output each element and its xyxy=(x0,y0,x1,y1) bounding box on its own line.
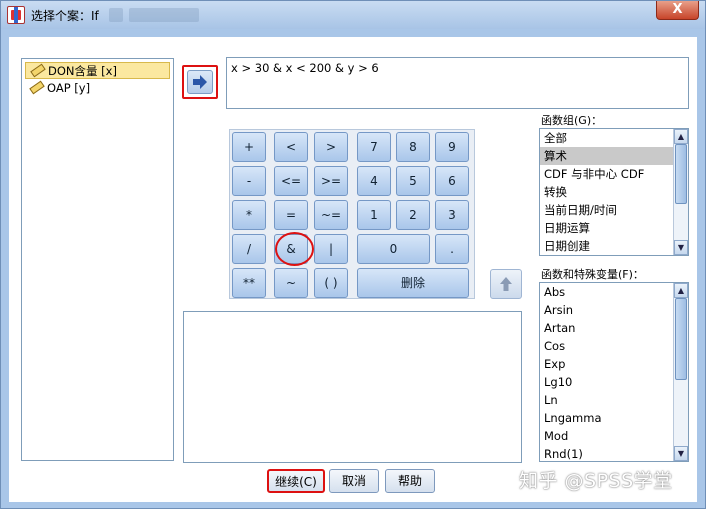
key-6[interactable]: 6 xyxy=(435,166,469,196)
arrow-up-icon xyxy=(500,277,512,291)
key-7[interactable]: 7 xyxy=(357,132,391,162)
scroll-up-icon[interactable]: ▲ xyxy=(674,283,688,298)
move-button-face[interactable] xyxy=(187,70,213,94)
key-0[interactable]: 0 xyxy=(357,234,430,264)
close-button[interactable]: X xyxy=(656,1,699,20)
variable-item-oap[interactable]: OAP [y] xyxy=(25,80,170,97)
key-plus[interactable]: + xyxy=(232,132,266,162)
key-decimal[interactable]: . xyxy=(435,234,469,264)
list-item[interactable]: Cos xyxy=(540,337,688,355)
key-greater-than[interactable]: > xyxy=(314,132,348,162)
key-greater-equal[interactable]: >= xyxy=(314,166,348,196)
help-button[interactable]: 帮助 xyxy=(385,469,435,493)
key-not-equal[interactable]: ~= xyxy=(314,200,348,230)
key-4[interactable]: 4 xyxy=(357,166,391,196)
key-equals[interactable]: = xyxy=(274,200,308,230)
list-item[interactable]: Abs xyxy=(540,283,688,301)
ruler-icon xyxy=(29,80,45,95)
scroll-down-icon[interactable]: ▼ xyxy=(674,240,688,255)
scrollbar[interactable]: ▲ ▼ xyxy=(673,283,688,461)
list-item[interactable]: Mod xyxy=(540,427,688,445)
key-multiply[interactable]: * xyxy=(232,200,266,230)
dialog-body: DON含量 [x] OAP [y] x > 30 & x < 200 & y >… xyxy=(9,37,697,502)
function-group-label: 函数组(G)： xyxy=(541,114,603,127)
list-item[interactable]: 全部 xyxy=(540,129,688,147)
key-or[interactable]: | xyxy=(314,234,348,264)
key-not[interactable]: ~ xyxy=(274,268,308,298)
calculator-keypad: + < > 7 8 9 - <= >= 4 5 6 * = ~= 1 2 3 /… xyxy=(229,129,475,299)
variable-list[interactable]: DON含量 [x] OAP [y] xyxy=(21,58,174,461)
list-item[interactable]: Rnd(1) xyxy=(540,445,688,461)
list-item[interactable]: 日期创建 xyxy=(540,237,688,255)
key-less-than[interactable]: < xyxy=(274,132,308,162)
list-item[interactable]: Lngamma xyxy=(540,409,688,427)
key-9[interactable]: 9 xyxy=(435,132,469,162)
background-taskbar xyxy=(109,8,309,24)
key-power[interactable]: ** xyxy=(232,268,266,298)
ruler-icon xyxy=(30,63,46,78)
functions-label: 函数和特殊变量(F)： xyxy=(541,268,644,281)
key-parentheses[interactable]: ( ) xyxy=(314,268,348,298)
window-title: 选择个案：If xyxy=(31,9,99,23)
title-bar: 选择个案：If X xyxy=(1,1,705,29)
scroll-thumb[interactable] xyxy=(675,144,687,204)
continue-button[interactable]: 继续(C) xyxy=(267,469,325,493)
key-delete[interactable]: 删除 xyxy=(357,268,469,298)
highlight-ring xyxy=(275,232,314,266)
list-item[interactable]: 日期运算 xyxy=(540,219,688,237)
list-item[interactable]: 转换 xyxy=(540,183,688,201)
function-description-box xyxy=(183,311,522,463)
list-item[interactable]: Lg10 xyxy=(540,373,688,391)
list-item-selected[interactable]: 算术 xyxy=(540,147,688,165)
scroll-up-icon[interactable]: ▲ xyxy=(674,129,688,144)
list-item[interactable]: Ln xyxy=(540,391,688,409)
key-8[interactable]: 8 xyxy=(396,132,430,162)
list-item[interactable]: Exp xyxy=(540,355,688,373)
functions-list[interactable]: Abs Arsin Artan Cos Exp Lg10 Ln Lngamma … xyxy=(539,282,689,462)
list-item[interactable]: Arsin xyxy=(540,301,688,319)
scrollbar[interactable]: ▲ ▼ xyxy=(673,129,688,255)
key-5[interactable]: 5 xyxy=(396,166,430,196)
move-variable-button[interactable] xyxy=(182,65,218,99)
list-item[interactable]: Artan xyxy=(540,319,688,337)
key-minus[interactable]: - xyxy=(232,166,266,196)
key-1[interactable]: 1 xyxy=(357,200,391,230)
arrow-right-icon xyxy=(193,75,207,89)
variable-label: DON含量 [x] xyxy=(48,64,117,78)
key-divide[interactable]: / xyxy=(232,234,266,264)
variable-item-don[interactable]: DON含量 [x] xyxy=(25,62,170,79)
app-icon xyxy=(7,6,25,24)
watermark: 知乎 @SPSS学堂 xyxy=(519,470,673,492)
variable-label: OAP [y] xyxy=(47,81,91,95)
scroll-thumb[interactable] xyxy=(675,298,687,380)
list-item[interactable]: CDF 与非中心 CDF xyxy=(540,165,688,183)
list-item[interactable]: 当前日期/时间 xyxy=(540,201,688,219)
function-group-list[interactable]: 全部 算术 CDF 与非中心 CDF 转换 当前日期/时间 日期运算 日期创建 … xyxy=(539,128,689,256)
expression-textarea[interactable]: x > 30 & x < 200 & y > 6 xyxy=(226,57,689,109)
dialog-window: 选择个案：If X DON含量 [x] OAP [y] x > 30 & x <… xyxy=(0,0,706,509)
key-3[interactable]: 3 xyxy=(435,200,469,230)
insert-function-button[interactable] xyxy=(490,269,522,299)
scroll-down-icon[interactable]: ▼ xyxy=(674,446,688,461)
key-less-equal[interactable]: <= xyxy=(274,166,308,196)
cancel-button[interactable]: 取消 xyxy=(329,469,379,493)
key-2[interactable]: 2 xyxy=(396,200,430,230)
